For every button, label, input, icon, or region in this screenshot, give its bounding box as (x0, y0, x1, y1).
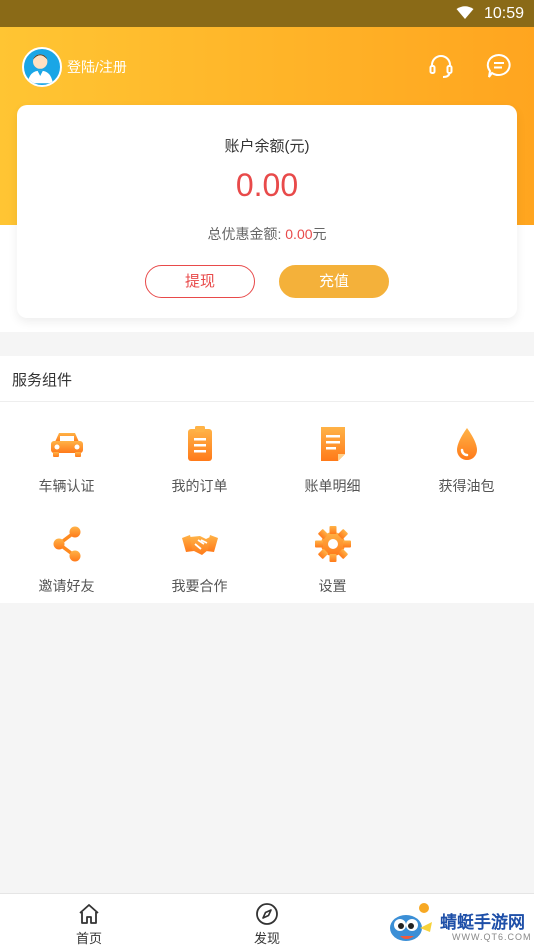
service-label: 我的订单 (171, 478, 228, 494)
dragonfly-logo-icon (390, 903, 432, 941)
oil-drop-icon (457, 428, 477, 460)
nav-label: 发现 (253, 931, 280, 946)
balance-amount: 0.00 (235, 167, 299, 203)
services-panel: 服务组件 车辆认证 我的订单 账单明细 获得油包 邀请好友 我要合作 设置 (0, 356, 534, 603)
compass-icon (256, 903, 278, 925)
discount-label: 总优惠金额: (207, 226, 286, 242)
gear-icon (315, 526, 351, 562)
service-cooperation[interactable]: 我要合作 (133, 514, 266, 604)
service-label: 获得油包 (438, 478, 495, 494)
service-label: 车辆认证 (38, 478, 95, 494)
balance-title: 账户余额(元) (224, 138, 310, 155)
service-label: 邀请好友 (38, 578, 95, 594)
divider (0, 401, 534, 402)
services-title: 服务组件 (12, 372, 73, 389)
balance-card: 账户余额(元) 0.00 总优惠金额: 0.00元 提现 充值 (17, 105, 517, 318)
handshake-icon (182, 535, 218, 555)
car-icon (51, 433, 83, 457)
total-discount: 总优惠金额: 0.00元 (17, 224, 517, 244)
discount-value: 0.00 (285, 226, 313, 242)
service-label: 我要合作 (171, 578, 228, 594)
service-label: 账单明细 (304, 478, 361, 494)
service-settings[interactable]: 设置 (266, 514, 399, 604)
clipboard-icon (188, 426, 212, 461)
headset-icon[interactable] (428, 53, 454, 79)
login-register-link[interactable]: 登陆/注册 (67, 57, 127, 77)
status-bar: 10:59 (0, 0, 534, 27)
home-icon (79, 904, 99, 924)
status-time: 10:59 (483, 5, 524, 22)
user-avatar-icon[interactable] (22, 47, 62, 87)
nav-home[interactable]: 首页 (59, 894, 119, 949)
watermark: 蜻蜓手游网 WWW.QT6.COM (386, 898, 534, 948)
service-label: 设置 (318, 578, 347, 594)
document-icon (321, 427, 345, 461)
service-get-oil-package[interactable]: 获得油包 (400, 414, 533, 504)
nav-label: 首页 (75, 931, 102, 946)
watermark-url: WWW.QT6.COM (452, 932, 532, 942)
service-my-orders[interactable]: 我的订单 (133, 414, 266, 504)
service-vehicle-verification[interactable]: 车辆认证 (0, 414, 133, 504)
wifi-icon (456, 6, 474, 19)
recharge-button[interactable]: 充值 (279, 265, 389, 298)
nav-discover[interactable]: 发现 (237, 894, 297, 949)
service-bill-details[interactable]: 账单明细 (266, 414, 399, 504)
withdraw-button[interactable]: 提现 (145, 265, 255, 298)
service-invite-friends[interactable]: 邀请好友 (0, 514, 133, 604)
discount-unit: 元 (312, 226, 327, 242)
share-icon (53, 526, 81, 562)
chat-bubble-icon[interactable] (486, 53, 512, 79)
watermark-text: 蜻蜓手游网 (440, 913, 525, 932)
